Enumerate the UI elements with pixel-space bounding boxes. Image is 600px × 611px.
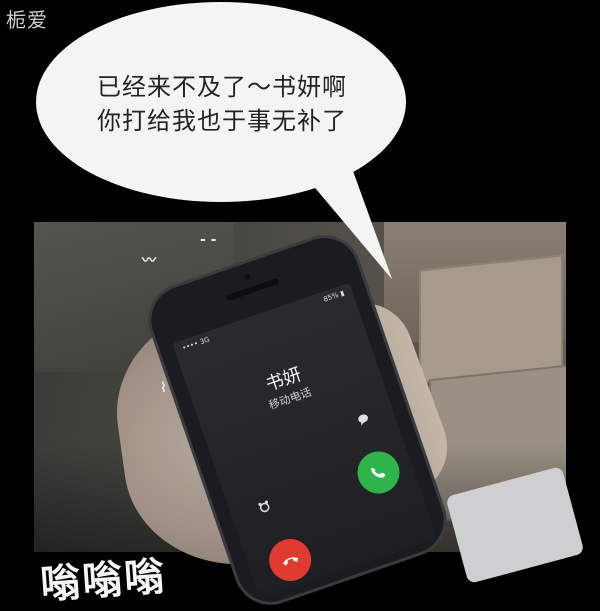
speech-line-2: 你打给我也于事无补了 — [97, 107, 347, 135]
accept-call-button[interactable] — [351, 445, 406, 500]
speech-bubble-text: 已经来不及了～书妍啊 你打给我也于事无补了 — [62, 70, 382, 138]
decline-call-button[interactable] — [263, 533, 317, 587]
vibration-mark: - - — [200, 232, 217, 248]
alarm-clock-icon[interactable] — [257, 499, 273, 517]
vibration-mark: ⌇ — [160, 380, 167, 396]
earpiece — [225, 277, 280, 302]
message-icon[interactable] — [356, 412, 372, 430]
phone-decline-icon — [282, 557, 299, 566]
sound-effect-text: 嗡嗡嗡 — [38, 553, 168, 609]
phone-accept-icon — [371, 467, 386, 478]
battery-status: 85% ▮ — [322, 289, 346, 304]
front-camera — [243, 272, 252, 281]
signal-status: •••• 3G — [181, 335, 211, 353]
storage-box — [419, 254, 563, 384]
vibration-mark: 〰 — [142, 253, 156, 269]
watermark: 栀爱 — [6, 8, 48, 32]
speech-line-1: 已经来不及了～书妍啊 — [97, 73, 347, 101]
